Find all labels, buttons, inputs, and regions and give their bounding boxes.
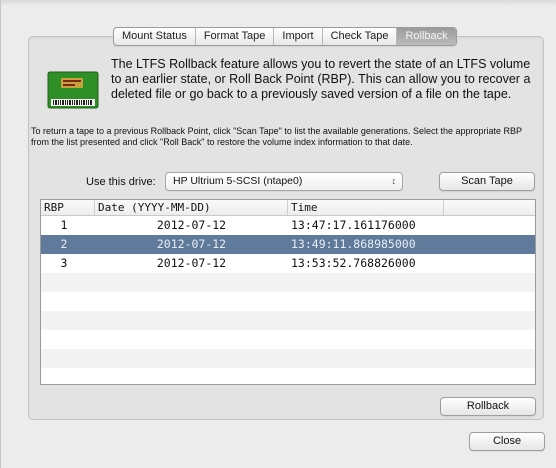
rollback-window: Mount Status Format Tape Import Check Ta… xyxy=(0,0,556,468)
column-header-date[interactable]: Date (YYYY-MM-DD) xyxy=(95,200,288,215)
cell-rbp: 2 xyxy=(60,237,68,251)
drive-select-value: HP Ultrium 5-SCSI (ntape0) xyxy=(173,175,303,187)
empty-row xyxy=(41,273,535,292)
drive-label: Use this drive: xyxy=(86,176,156,188)
table-row[interactable]: 3 2012-07-12 13:53:52.768826000 xyxy=(41,254,535,273)
intro-text: The LTFS Rollback feature allows you to … xyxy=(111,57,531,101)
cell-rbp: 1 xyxy=(60,218,68,232)
empty-row xyxy=(41,292,535,311)
cell-date: 2012-07-12 xyxy=(156,237,227,251)
tab-rollback[interactable]: Rollback xyxy=(397,28,456,45)
cell-time: 13:49:11.868985000 xyxy=(291,237,416,251)
cell-time: 13:47:17.161176000 xyxy=(291,218,416,232)
rbp-table: RBP Date (YYYY-MM-DD) Time 1 2012-07-12 … xyxy=(40,199,536,385)
table-row-selected[interactable]: 2 2012-07-12 13:49:11.868985000 xyxy=(41,235,535,254)
scan-tape-button[interactable]: Scan Tape xyxy=(439,172,535,191)
tab-bar: Mount Status Format Tape Import Check Ta… xyxy=(113,27,457,46)
tab-mount-status[interactable]: Mount Status xyxy=(114,28,196,45)
close-button[interactable]: Close xyxy=(469,432,545,451)
column-header-spacer xyxy=(444,200,535,215)
window-top-strip xyxy=(1,0,556,6)
select-arrows-icon: ↕ xyxy=(391,176,397,186)
empty-row xyxy=(41,368,535,384)
instructions-text: To return a tape to a previous Rollback … xyxy=(31,126,522,147)
cell-date: 2012-07-12 xyxy=(156,218,227,232)
drive-select[interactable]: HP Ultrium 5-SCSI (ntape0) ↕ xyxy=(165,172,403,191)
empty-row xyxy=(41,349,535,368)
cell-rbp: 3 xyxy=(60,256,68,270)
column-header-time[interactable]: Time xyxy=(288,200,444,215)
table-header: RBP Date (YYYY-MM-DD) Time xyxy=(41,200,535,216)
tab-check-tape[interactable]: Check Tape xyxy=(323,28,398,45)
tab-format-tape[interactable]: Format Tape xyxy=(196,28,275,45)
empty-row xyxy=(41,311,535,330)
ltfs-tape-icon xyxy=(47,71,99,109)
rollback-button[interactable]: Rollback xyxy=(440,397,536,416)
cell-time: 13:53:52.768826000 xyxy=(291,256,416,270)
table-row[interactable]: 1 2012-07-12 13:47:17.161176000 xyxy=(41,216,535,235)
column-header-rbp[interactable]: RBP xyxy=(41,200,95,215)
cell-date: 2012-07-12 xyxy=(156,256,227,270)
tab-import[interactable]: Import xyxy=(274,28,323,45)
empty-row xyxy=(41,330,535,349)
